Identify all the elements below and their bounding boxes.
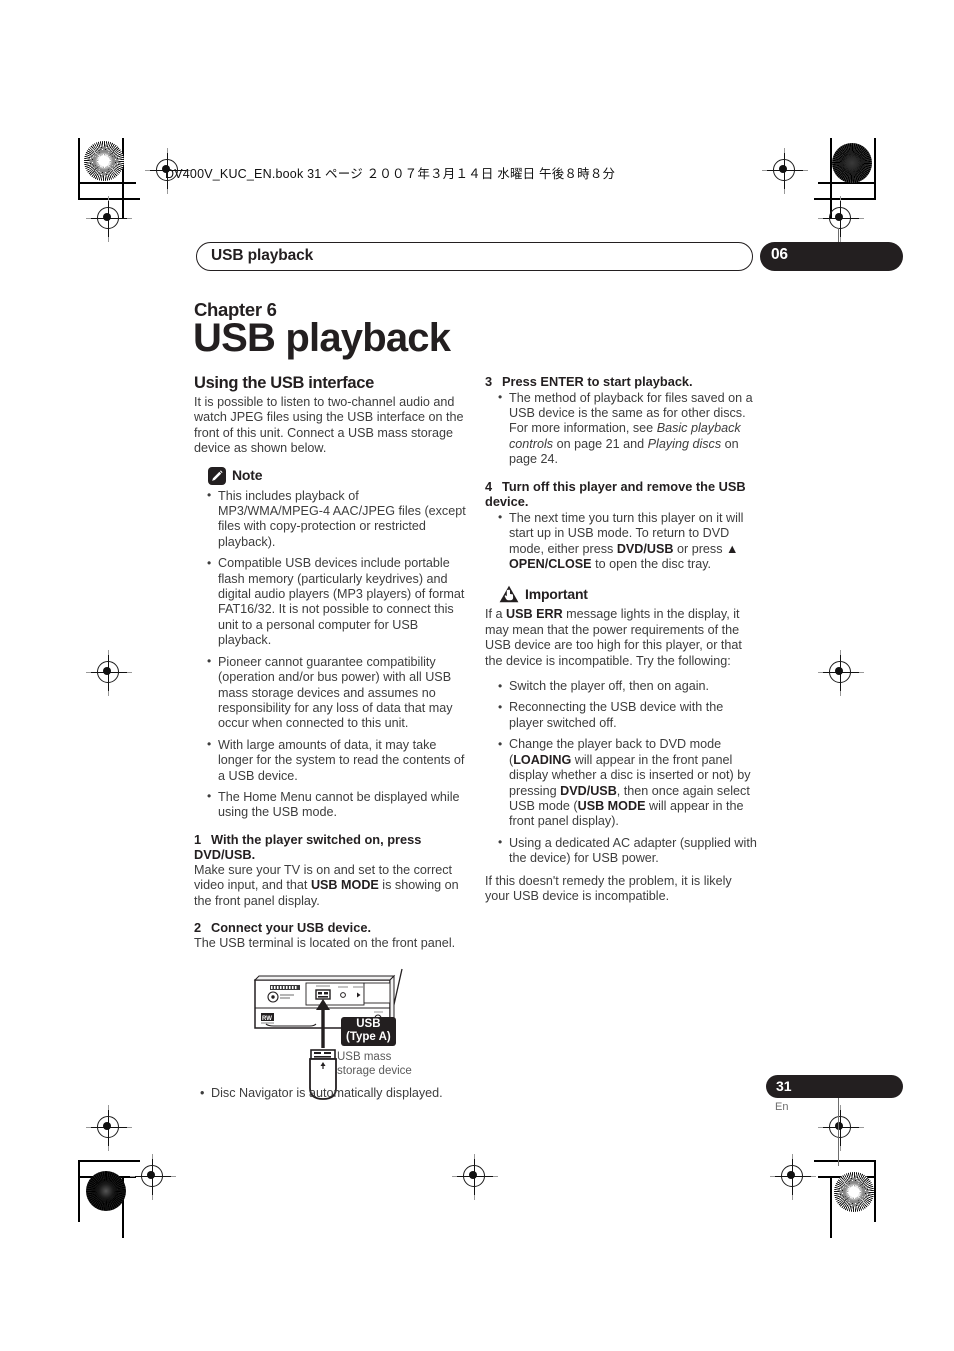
note-bullet-list: This includes playback of MP3/WMA/MPEG-4… [194,488,466,821]
page-title: USB playback [193,316,451,360]
step-1-title: With the player switched on, press DVD/U… [194,831,422,863]
step-1-number: 1 [194,831,202,847]
step-4-title: Turn off this player and remove the USB … [485,478,746,510]
right-column: 3 Press ENTER to start playback. The meth… [485,374,757,914]
usb-badge-line2: (Type A) [346,1031,391,1043]
list-item: The method of playback for files saved o… [498,390,757,468]
important-intro-pre: If a [485,607,506,622]
step-4-number: 4 [485,478,493,494]
chapter-number-pill: 06 [760,242,903,271]
list-item: This includes playback of MP3/WMA/MPEG-4… [207,488,466,551]
list-item: The Home Menu cannot be displayed while … [207,789,466,821]
step-4-text-3: to open the disc tray. [591,557,712,572]
ui-label-usb-mode: USB MODE [310,878,379,893]
figure-caption: USB mass storage device [337,1050,412,1078]
crop-mark-rule [78,138,80,200]
step-4-text-2: or press [673,541,726,556]
page-language-code: En [775,1101,789,1113]
section-heading: Using the USB interface [194,374,374,392]
crop-mark-rule [78,182,136,184]
list-item: Compatible USB devices include portable … [207,556,466,648]
registration-crosshair [130,1154,176,1200]
registration-starburst [84,141,124,181]
step-2-heading: 2 Connect your USB device. [194,920,466,936]
figure-caption-line1: USB mass [337,1051,392,1063]
list-item: The next time you turn this player on it… [498,510,757,573]
step-2-number: 2 [194,920,202,936]
figure-caption-line2: storage device [337,1065,412,1077]
registration-crosshair [818,196,864,242]
list-item: Reconnecting the USB device with the pla… [498,700,757,731]
running-head-title: USB playback [211,247,314,264]
usb-connection-diagram: RW [250,966,425,1101]
registration-crosshair [770,1154,816,1200]
step-1-heading: 1 With the player switched on, press DVD/… [194,832,466,863]
step-2-body: The USB terminal is located on the front… [194,935,456,950]
svg-text:RW: RW [262,1016,272,1022]
step-3-title: Press ENTER to start playback. [502,374,693,389]
important-outro: If this doesn't remedy the problem, it i… [485,873,732,903]
pencil-icon [208,466,226,485]
usb-badge-line1: USB [356,1018,381,1030]
ui-label-dvd-usb: DVD/USB [616,541,674,556]
usb-type-badge: USB (Type A) [341,1017,396,1046]
registration-crosshair [86,650,132,696]
note-callout-heading: Note [194,466,466,485]
step-3-text-2: on page 21 and [553,436,648,451]
file-info-line: DV400V_KUC_EN.book 31 ページ ２００７年３月１４日 水曜日… [165,167,616,181]
ui-label-dvd-usb-2: DVD/USB [560,783,617,798]
tick-line [838,1086,839,1166]
ui-label-loading: LOADING [513,752,572,767]
intro-paragraph: It is possible to listen to two-channel … [194,395,464,456]
list-item: Switch the player off, then on again. [498,679,757,695]
registration-crosshair [818,650,864,696]
important-callout-heading: Important [485,585,757,603]
registration-crosshair [452,1154,498,1200]
registration-starburst [832,143,872,183]
step-4-heading: 4 Turn off this player and remove the USB… [485,479,757,510]
crop-mark-rule [78,1160,80,1222]
crop-mark-rule [830,1176,832,1238]
registration-crosshair [86,196,132,242]
step-4-bullets: The next time you turn this player on it… [485,510,757,573]
crop-mark-rule [874,1160,876,1222]
registration-crosshair [86,1105,132,1151]
warning-hand-icon [499,585,519,603]
step-3-bullets: The method of playback for files saved o… [485,390,757,468]
important-bullet-list: Switch the player off, then on again. Re… [485,679,757,866]
brand-wordmark [270,985,300,990]
chapter-number: 06 [771,246,788,263]
left-column: Using the USB interface It is possible t… [194,374,466,951]
ui-label-usb-err: USB ERR [506,607,563,622]
page-number: 31 [776,1078,792,1094]
page-number-pill: 31 [766,1075,903,1098]
list-item: With large amounts of data, it may take … [207,737,466,784]
step-2-title: Connect your USB device. [211,920,371,936]
registration-crosshair [762,148,808,194]
important-intro: If a USB ERR message lights in the displ… [485,607,757,669]
crop-mark-rule [814,1160,876,1162]
list-item: Pioneer cannot guarantee compatibility (… [207,654,466,732]
registration-crosshair [818,1105,864,1151]
step-3-heading: 3 Press ENTER to start playback. [485,374,757,390]
crop-mark-rule [874,138,876,200]
important-label: Important [525,585,588,602]
step-1-body: Make sure your TV is on and set to the c… [194,863,466,909]
running-head-bar: USB playback [196,242,753,271]
ui-label-usb-mode-2: USB MODE [577,798,646,813]
disc-navigator-note: Disc Navigator is automatically displaye… [194,1085,491,1101]
step-3-number: 3 [485,374,493,389]
registration-starburst [86,1171,126,1211]
list-item: Using a dedicated AC adapter (supplied w… [498,835,757,867]
registration-starburst [834,1172,874,1212]
list-item: Change the player back to DVD mode (LOAD… [498,737,757,829]
cross-ref-playing-discs: Playing discs [647,436,722,451]
note-label: Note [232,466,263,483]
